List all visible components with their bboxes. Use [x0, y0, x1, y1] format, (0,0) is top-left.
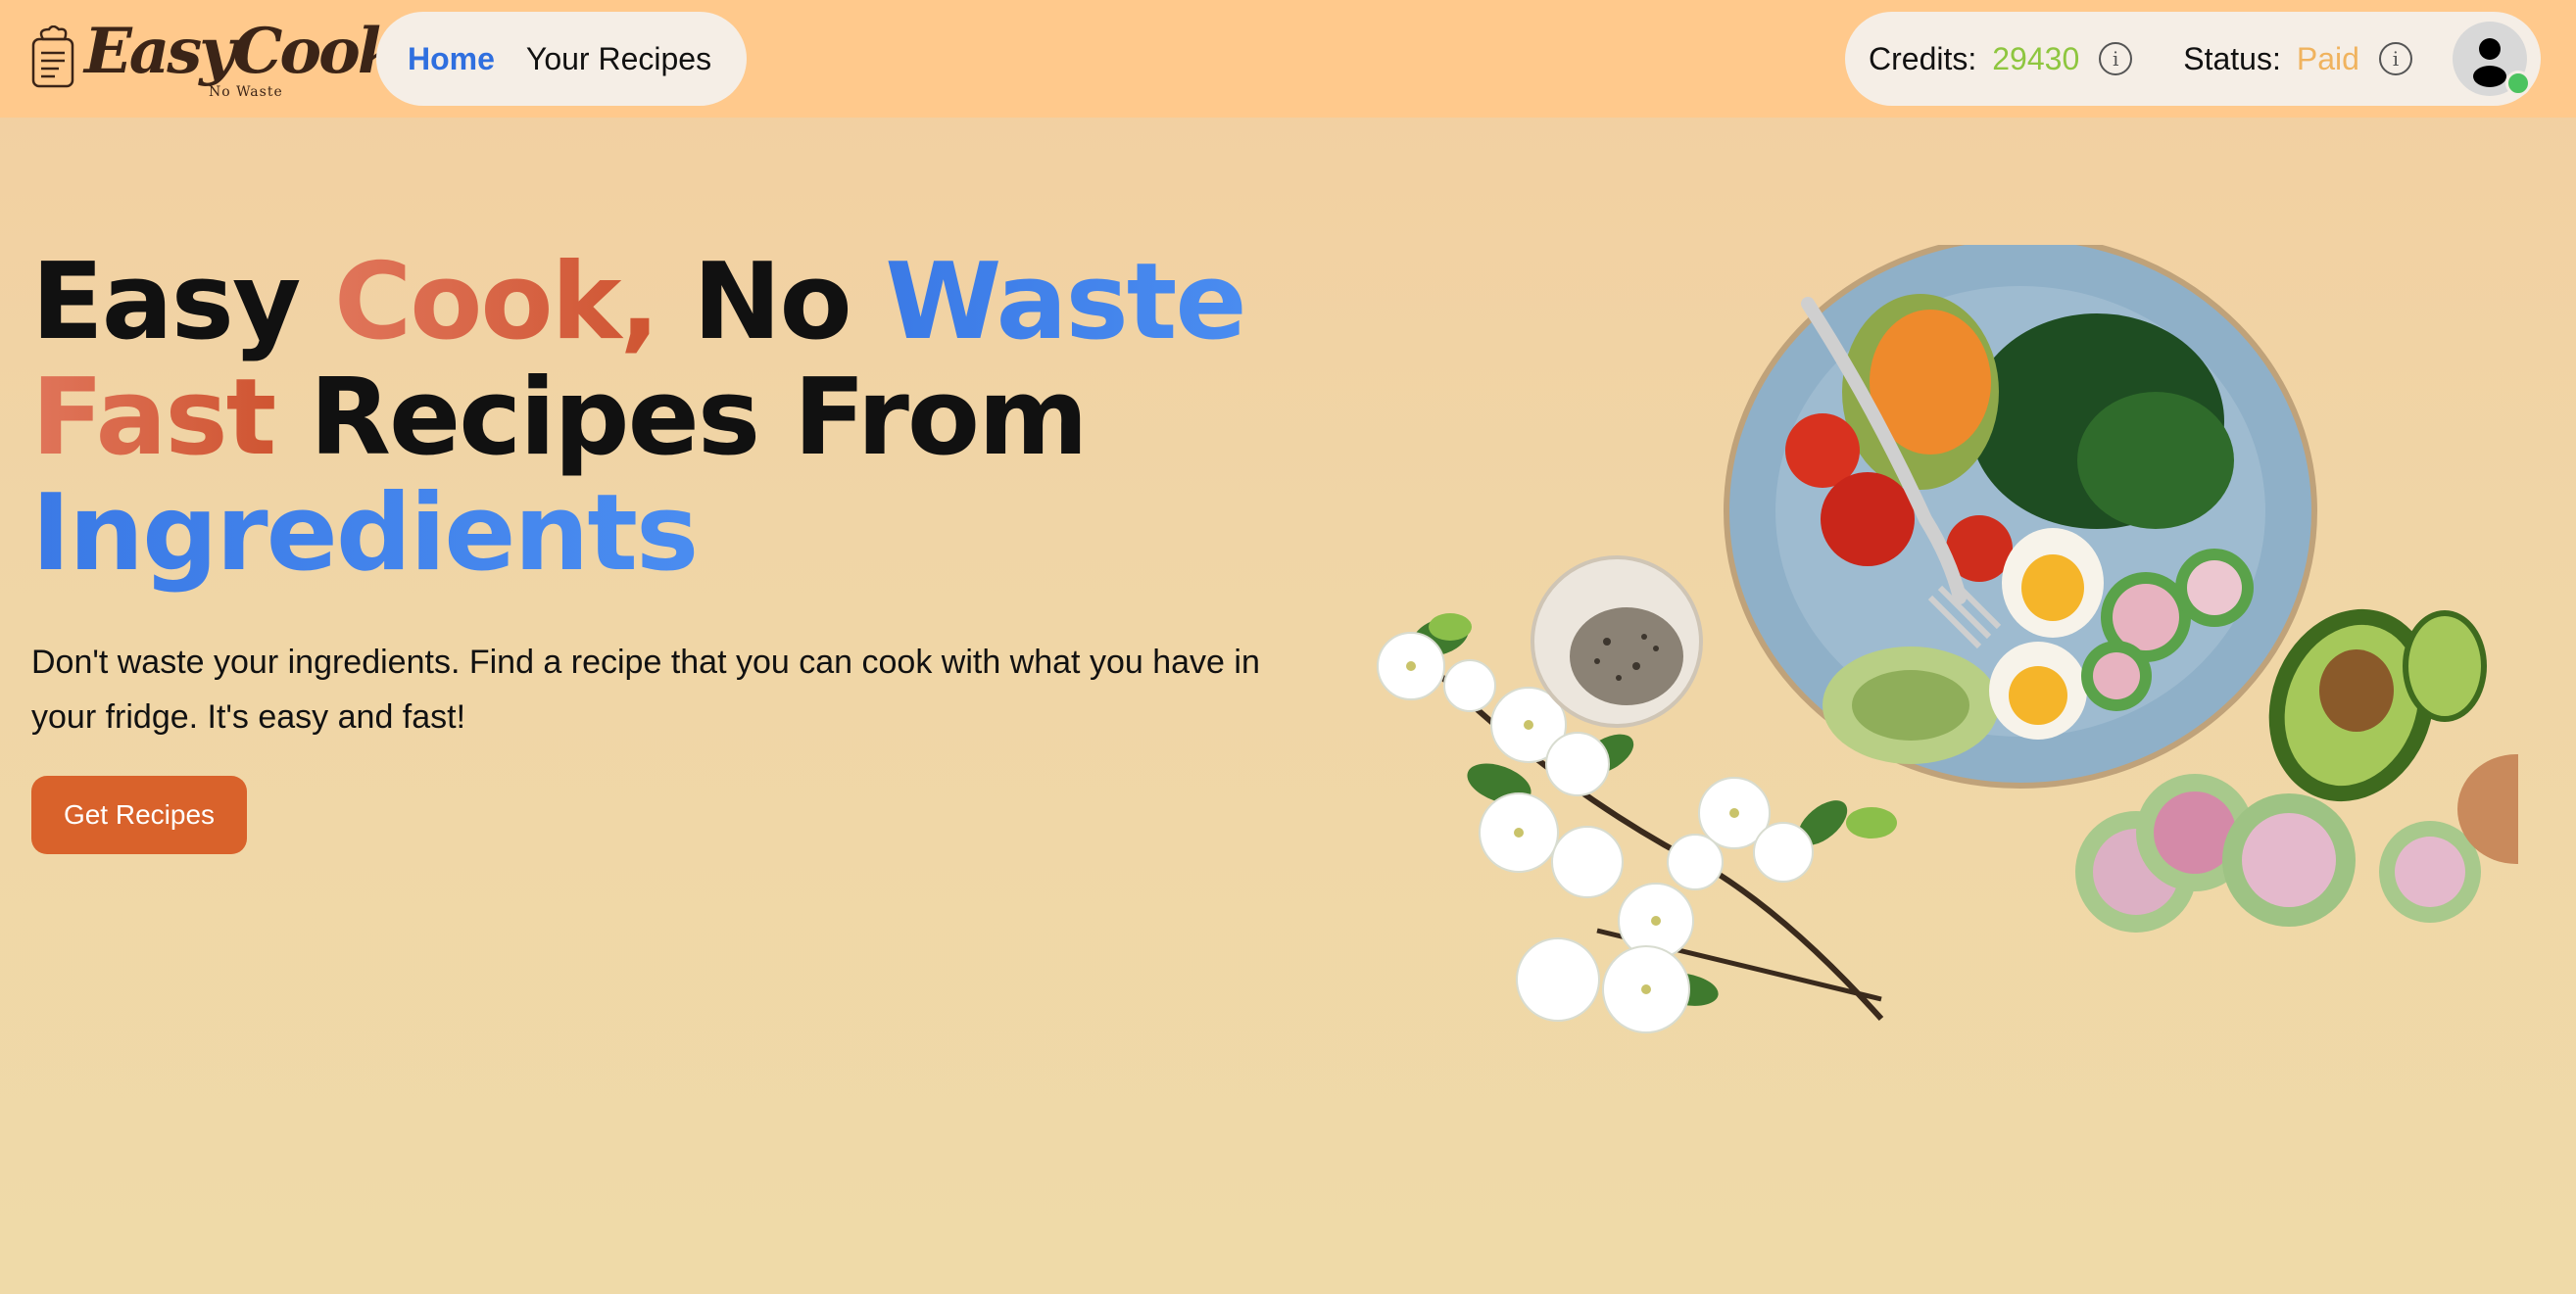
headline-word-ingredients: Ingredients	[31, 472, 699, 595]
salad-bowl-image	[1724, 245, 2317, 789]
status-value: Paid	[2296, 40, 2359, 76]
food-illustration	[1377, 245, 2518, 1033]
credits-label: Credits:	[1869, 40, 1977, 76]
logo-tagline: No Waste	[209, 84, 283, 100]
online-status-dot	[2505, 71, 2531, 96]
hero-headline: Easy Cook, No Waste Fast Recipes From In…	[31, 245, 1305, 592]
status-label: Status:	[2183, 40, 2281, 76]
headline-word-fast: Fast	[31, 357, 276, 479]
get-recipes-button[interactable]: Get Recipes	[31, 776, 247, 854]
chef-notepad-icon	[31, 25, 74, 88]
main-nav: Home Your Recipes	[376, 12, 747, 106]
headline-word-waste: Waste	[885, 241, 1246, 363]
pepper-dish-image	[1531, 555, 1703, 728]
hero-subtitle: Don't waste your ingredients. Find a rec…	[31, 644, 1260, 736]
account-status-bar: Credits: 29430 i Status: Paid i	[1845, 12, 2541, 106]
nav-your-recipes-link[interactable]: Your Recipes	[526, 41, 711, 77]
headline-line-2: Fast Recipes From	[31, 360, 1305, 476]
nav-home-link[interactable]: Home	[408, 41, 495, 77]
radish-slices-image	[2075, 774, 2481, 933]
credits-value: 29430	[1992, 40, 2080, 76]
credits-info-icon[interactable]: i	[2099, 42, 2133, 75]
top-navbar: EasyCook No Waste Home Your Recipes Cred…	[0, 0, 2576, 118]
headline-line-3: Ingredients	[31, 476, 1305, 592]
logo-wordmark: EasyCook No Waste	[84, 14, 401, 102]
status-info-icon[interactable]: i	[2378, 42, 2412, 75]
logo[interactable]: EasyCook No Waste	[27, 14, 401, 102]
headline-line-1: Easy Cook, No Waste	[31, 245, 1305, 360]
logo-name: EasyCook	[84, 15, 401, 88]
headline-word-no: No	[693, 241, 852, 363]
headline-words-recipes-from: Recipes From	[309, 357, 1089, 479]
headline-word-easy: Easy	[31, 241, 301, 363]
user-avatar-button[interactable]	[2453, 22, 2531, 96]
headline-word-cook: Cook,	[333, 241, 660, 363]
